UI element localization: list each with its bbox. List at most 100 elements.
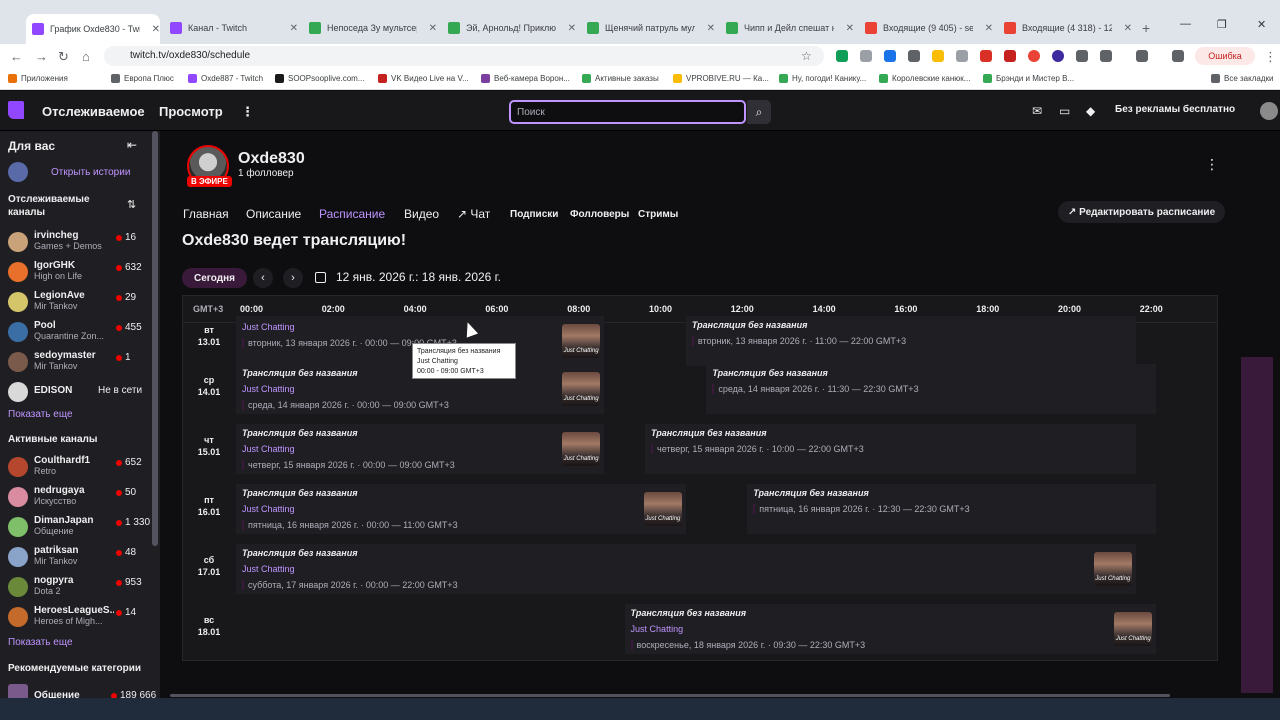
forward-icon[interactable]: → — [35, 49, 48, 64]
show-more-active[interactable]: Показать еще — [8, 637, 73, 648]
twitch-logo-icon[interactable] — [8, 101, 24, 119]
profile-error-button[interactable]: Ошибка — [1195, 47, 1255, 65]
browser-menu-icon[interactable]: ⋮ — [1264, 49, 1277, 65]
user-avatar[interactable] — [1260, 102, 1278, 120]
browser-tab[interactable]: График Oxde830 - Twitch ✕ — [26, 14, 160, 44]
extension-icon[interactable] — [884, 50, 896, 62]
extension-icon[interactable] — [860, 50, 872, 62]
bookmark-item[interactable]: VK Видео Live на V... — [378, 74, 469, 83]
browser-tab[interactable]: Канал - Twitch ✕ — [164, 16, 298, 40]
close-tab-icon[interactable]: ✕ — [568, 23, 576, 34]
extension-icon[interactable] — [980, 50, 992, 62]
browser-tab[interactable]: Щенячий патруль мульт ✕ — [581, 16, 715, 40]
tab-videos[interactable]: Видео — [404, 207, 439, 221]
close-tab-icon[interactable]: ✕ — [1124, 23, 1132, 34]
bookmark-item[interactable]: Активные заказы — [582, 74, 659, 83]
schedule-segment[interactable]: Трансляция без названия пятница, 16 январ… — [747, 484, 1157, 534]
bookmark-item[interactable]: Oxde887 - Twitch — [188, 74, 263, 83]
tab-schedule[interactable]: Расписание — [319, 207, 385, 221]
today-button[interactable]: Сегодня — [182, 268, 247, 288]
whispers-icon[interactable]: ▭ — [1059, 104, 1070, 118]
bookmark-item[interactable]: Веб-камера Ворон... — [481, 74, 570, 83]
browser-tab[interactable]: Входящие (9 405) - serge ✕ — [859, 16, 993, 40]
nav-browse[interactable]: Просмотр — [159, 104, 223, 119]
sidebar-scrollbar[interactable] — [152, 131, 158, 546]
sort-icon[interactable]: ⇅ — [127, 198, 136, 211]
all-bookmarks-link[interactable]: Все закладки — [1211, 74, 1273, 83]
no-ads-button[interactable]: Без рекламы бесплатно — [1115, 104, 1235, 115]
back-icon[interactable]: ← — [10, 49, 23, 64]
extension-icon[interactable] — [836, 50, 848, 62]
bookmark-item[interactable]: Приложения — [8, 74, 68, 83]
bookmark-item[interactable]: VPROBIVE.RU — Ка... — [673, 74, 769, 83]
maximize-icon[interactable]: ❐ — [1217, 18, 1227, 31]
browser-tab[interactable]: Входящие (4 318) - 12dir ✕ — [998, 16, 1132, 40]
schedule-segment[interactable]: Трансляция без названия среда, 14 января … — [706, 364, 1157, 414]
close-tab-icon[interactable]: ✕ — [846, 23, 854, 34]
downloads-icon[interactable] — [1136, 50, 1148, 62]
segment-category[interactable]: Just Chatting — [242, 322, 295, 332]
page-scrollbar-thumb[interactable] — [1241, 357, 1273, 693]
extension-icon[interactable] — [1004, 50, 1016, 62]
category-thumbnail[interactable]: Just Chatting — [1114, 612, 1153, 646]
close-tab-icon[interactable]: ✕ — [985, 23, 993, 34]
segment-category[interactable]: Just Chatting — [242, 444, 295, 454]
close-tab-icon[interactable]: ✕ — [152, 24, 160, 35]
horizontal-scrollbar[interactable] — [170, 694, 1170, 697]
bookmark-star-icon[interactable]: ☆ — [801, 49, 812, 63]
bookmark-item[interactable]: Ну, погоди! Канику... — [779, 74, 866, 83]
segment-category[interactable]: Just Chatting — [242, 504, 295, 514]
schedule-segment[interactable]: Трансляция без названия Just Chatting пятн… — [236, 484, 686, 534]
category-thumbnail[interactable]: Just Chatting — [562, 372, 601, 406]
search-input[interactable]: Поиск — [509, 100, 746, 124]
reading-list-icon[interactable] — [1172, 50, 1184, 62]
extension-icon[interactable] — [908, 50, 920, 62]
next-week-icon[interactable]: › — [283, 268, 303, 288]
category-thumbnail[interactable]: Just Chatting — [643, 492, 682, 526]
extension-icon[interactable] — [1052, 50, 1064, 62]
schedule-segment[interactable]: Трансляция без названия четверг, 15 январ… — [645, 424, 1136, 474]
open-stories-link[interactable]: Открыть истории — [51, 167, 130, 178]
schedule-segment[interactable]: Трансляция без названия вторник, 13 январ… — [685, 316, 1136, 366]
bookmark-item[interactable]: Европа Плюс — [111, 74, 174, 83]
tab-streams[interactable]: Стримы — [638, 209, 678, 220]
nav-following[interactable]: Отслеживаемое — [42, 104, 145, 119]
category-thumbnail[interactable]: Just Chatting — [562, 432, 601, 466]
minimize-icon[interactable]: — — [1180, 18, 1191, 30]
tab-about[interactable]: Описание — [246, 207, 301, 221]
segment-category[interactable]: Just Chatting — [242, 564, 295, 574]
edit-schedule-button[interactable]: ↗ Редактировать расписание — [1058, 201, 1226, 223]
category-thumbnail[interactable]: Just Chatting — [562, 324, 601, 358]
stories-avatar[interactable] — [8, 162, 28, 182]
browser-tab[interactable]: Эй, Арнольд! Приключения ✕ — [442, 16, 576, 40]
show-more-followed[interactable]: Показать еще — [8, 409, 73, 420]
new-tab-button[interactable]: + — [1142, 20, 1150, 36]
collapse-sidebar-icon[interactable]: ⇤ — [127, 138, 137, 152]
schedule-segment[interactable]: Трансляция без названия Just Chatting четв… — [236, 424, 605, 474]
calendar-icon[interactable] — [315, 272, 326, 283]
segment-category[interactable]: Just Chatting — [631, 624, 684, 634]
close-tab-icon[interactable]: ✕ — [707, 23, 715, 34]
bookmark-item[interactable]: SOOPsooplive.com... — [275, 74, 364, 83]
extension-icon[interactable] — [956, 50, 968, 62]
puzzle-icon[interactable] — [1100, 50, 1112, 62]
search-icon[interactable]: ⌕ — [747, 100, 771, 124]
category-thumbnail[interactable]: Just Chatting — [1093, 552, 1132, 586]
extension-icon[interactable] — [1076, 50, 1088, 62]
more-icon[interactable]: ⋮ — [241, 104, 254, 120]
browser-tab[interactable]: Непоседа Зу мультсериал ✕ — [303, 16, 437, 40]
close-tab-icon[interactable]: ✕ — [429, 23, 437, 34]
browser-tab[interactable]: Чипп и Дейл спешат на по ✕ — [720, 16, 854, 40]
bookmark-item[interactable]: Королевские канюк... — [879, 74, 970, 83]
prev-week-icon[interactable]: ‹ — [253, 268, 273, 288]
segment-category[interactable]: Just Chatting — [242, 384, 295, 394]
url-input[interactable]: twitch.tv/oxde830/schedule — [104, 46, 824, 66]
close-tab-icon[interactable]: ✕ — [290, 23, 298, 34]
close-window-icon[interactable]: ✕ — [1257, 18, 1266, 31]
channel-more-icon[interactable]: ⋮ — [1205, 156, 1219, 173]
extension-icon[interactable] — [932, 50, 944, 62]
extension-icon[interactable] — [1028, 50, 1040, 62]
crown-icon[interactable]: ◆ — [1086, 104, 1095, 118]
home-icon[interactable]: ⌂ — [82, 49, 90, 64]
bookmark-item[interactable]: Брэнди и Мистер В... — [983, 74, 1074, 83]
